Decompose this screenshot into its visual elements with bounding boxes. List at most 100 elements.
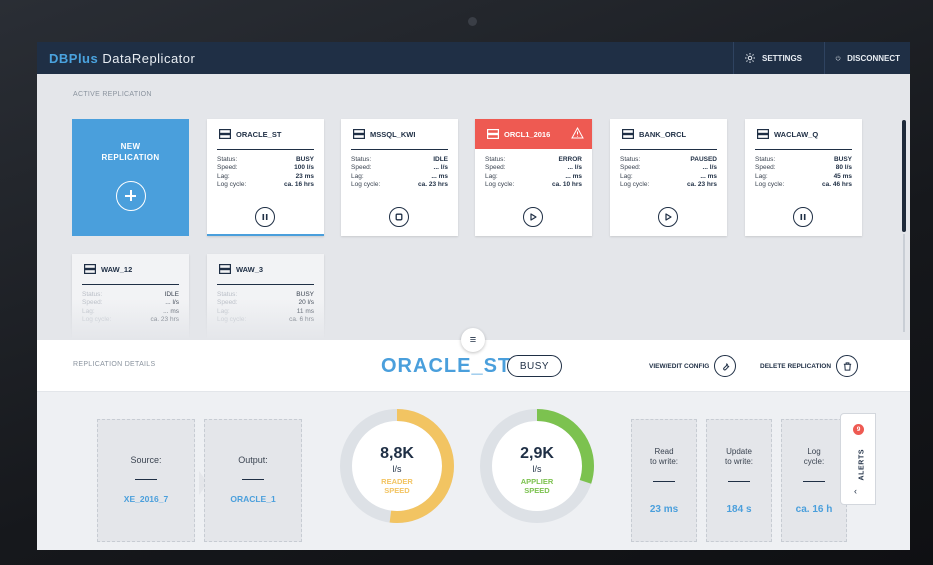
alerts-count-badge: 9 <box>853 424 864 435</box>
replication-card-waclaw-q[interactable]: WACLAW_Q Status: BUSY Speed: 80 l/s Lag: 45 ms… <box>745 119 862 236</box>
card-row-label: Speed: <box>217 299 238 307</box>
server-icon <box>622 129 634 139</box>
new-label-line-2: REPLICATION <box>101 153 160 162</box>
new-label-line-1: NEW <box>120 142 141 151</box>
play-button[interactable] <box>523 207 543 227</box>
replication-card-waw-3[interactable]: WAW_3 Status: BUSY Speed: 20 l/s Lag: 11 ms Log… <box>207 254 324 341</box>
reader-speed-gauge: 8,8K l/s READER SPEED <box>338 407 456 525</box>
card-row-label: Status: <box>620 156 641 163</box>
settings-button[interactable]: SETTINGS <box>733 42 824 74</box>
replication-details-panel: REPLICATION DETAILS ORACLE_ST BUSY VIEW/… <box>37 340 910 550</box>
card-row-log-cycle: Log cycle: ca. 23 hrs <box>82 316 179 324</box>
menu-icon: ≡ <box>469 334 477 346</box>
card-stats: Status: BUSY Speed: 20 l/s Lag: 11 ms Log cycl… <box>207 285 324 325</box>
scrollbar-thumb[interactable] <box>902 120 906 232</box>
card-title: WACLAW_Q <box>774 129 819 139</box>
card-row-value: ... l/s <box>165 299 179 307</box>
play-icon <box>664 213 672 221</box>
card-row-label: Lag: <box>620 172 633 180</box>
scrollbar-track[interactable] <box>903 234 905 332</box>
card-row-status: Status: ERROR <box>485 156 582 164</box>
card-header: MSSQL_KWI <box>341 119 458 149</box>
device-frame: DBPlus DataReplicator SETTINGS DISCONNEC… <box>0 0 933 565</box>
replication-card-mssql-kwi[interactable]: MSSQL_KWI Status: IDLE Speed: ... l/s Lag:...… <box>341 119 458 236</box>
replication-card-waw-12[interactable]: WAW_12 Status: IDLE Speed: ... l/s Lag: ... ms… <box>72 254 189 341</box>
play-button[interactable] <box>658 207 678 227</box>
card-row-label: Lag: <box>217 307 230 315</box>
card-row-value: ERROR <box>558 156 582 163</box>
card-row-value: ... ms <box>163 307 179 315</box>
card-row-lag: Lag: ... ms <box>82 308 179 316</box>
view-edit-config-button[interactable]: VIEW/EDIT CONFIG <box>649 355 737 377</box>
card-header: ORACLE_ST <box>207 119 324 149</box>
card-row-label: Log cycle: <box>620 181 650 189</box>
card-row-label: Speed: <box>620 164 641 172</box>
output-value: ORACLE_1 <box>230 494 276 504</box>
trash-icon <box>836 355 859 377</box>
card-row-label: Status: <box>82 291 103 298</box>
card-row-value: ... ms <box>700 172 717 180</box>
reader-speed-value: 8,8K <box>380 445 414 462</box>
card-row-label: Log cycle: <box>82 316 112 324</box>
delete-replication-button[interactable]: DELETE REPLICATION <box>760 355 859 377</box>
source-value: XE_2016_7 <box>123 494 169 504</box>
server-icon <box>84 264 96 274</box>
card-row-status: Status: BUSY <box>217 156 314 164</box>
read-to-write-label: Read to write: <box>632 447 696 467</box>
stop-icon <box>395 213 403 221</box>
card-row-lag: Lag: 11 ms <box>217 308 314 316</box>
applier-speed-name: APPLIER SPEED <box>478 477 596 495</box>
card-row-label: Lag: <box>351 172 364 180</box>
card-row-speed: Speed: ... l/s <box>620 164 717 172</box>
card-row-lag: Lag: 23 ms <box>217 173 314 181</box>
read-to-write-stat: Read to write: 23 ms <box>631 419 697 542</box>
gear-icon <box>745 53 755 63</box>
alerts-label: ALERTS <box>858 448 866 481</box>
wrench-icon <box>714 355 737 377</box>
replication-card-orcl1-2016[interactable]: ORCL1_2016 Status: ERROR Speed: ... l/s Lag:.… <box>475 119 592 236</box>
panel-resize-handle[interactable]: ≡ <box>461 328 485 352</box>
stop-button[interactable] <box>389 207 409 227</box>
card-stats: Status: BUSY Speed: 80 l/s Lag: 45 ms Log cycl… <box>745 150 862 190</box>
card-row-lag: Lag: ... ms <box>485 173 582 181</box>
card-row-speed: Speed: ... l/s <box>351 164 448 172</box>
new-replication-button[interactable]: NEW REPLICATION <box>72 119 189 236</box>
alerts-tab[interactable]: 9 ALERTS ‹ <box>840 413 876 505</box>
power-icon <box>835 55 841 61</box>
card-row-label: Speed: <box>755 164 776 172</box>
replication-card-oracle-st[interactable]: ORACLE_ST Status: BUSY Speed: 100 l/s Lag: 23 … <box>207 119 324 236</box>
card-row-label: Log cycle: <box>485 181 515 189</box>
card-title: ORACLE_ST <box>236 129 282 139</box>
replication-card-bank-orcl[interactable]: BANK_ORCL Status: PAUSED Speed: ... l/s Lag:.… <box>610 119 727 236</box>
card-row-value: 45 ms <box>833 172 852 180</box>
disconnect-button[interactable]: DISCONNECT <box>824 42 910 74</box>
reader-speed-unit: l/s <box>392 464 402 474</box>
pause-button[interactable] <box>793 207 813 227</box>
replication-details-label: REPLICATION DETAILS <box>73 361 156 368</box>
card-stats: Status: ERROR Speed:... l/s Lag:... ms Log c… <box>475 150 592 190</box>
stat-label-line-1: Log <box>807 447 821 456</box>
output-label: Output: <box>238 455 268 465</box>
card-row-label: Status: <box>755 156 776 163</box>
stat-divider <box>803 481 825 482</box>
card-row-log-cycle: Log cycle: ca. 10 hrs <box>485 181 582 189</box>
pause-button[interactable] <box>255 207 275 227</box>
card-row-label: Lag: <box>217 172 230 180</box>
card-row-label: Log cycle: <box>217 316 247 324</box>
card-row-log-cycle: Log cycle: ca. 6 hrs <box>217 316 314 324</box>
card-row-label: Status: <box>485 156 506 163</box>
card-row-lag: Lag: ... ms <box>351 173 448 181</box>
card-row-speed: Speed: 100 l/s <box>217 164 314 172</box>
new-replication-label: NEW REPLICATION <box>72 141 189 163</box>
card-row-status: Status: BUSY <box>755 156 852 164</box>
card-row-value: ca. 6 hrs <box>289 316 314 324</box>
card-row-value: 80 l/s <box>835 164 852 172</box>
applier-gauge-text: 2,9K l/s APPLIER SPEED <box>478 445 596 495</box>
card-row-value: IDLE <box>433 156 448 163</box>
delete-replication-label: DELETE REPLICATION <box>760 362 832 370</box>
update-to-write-stat: Update to write: 184 s <box>706 419 772 542</box>
card-row-status: Status: IDLE <box>82 291 179 299</box>
chevron-left-icon: ‹ <box>854 486 857 496</box>
card-row-label: Status: <box>217 291 238 298</box>
card-row-label: Speed: <box>485 164 506 172</box>
